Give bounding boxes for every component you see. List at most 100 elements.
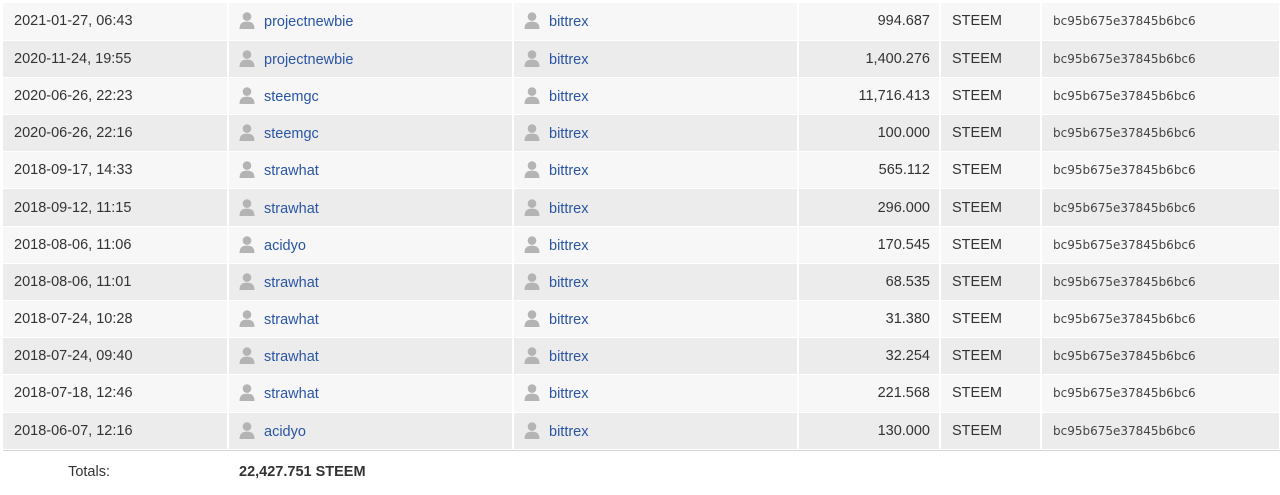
transfer-date: 2018-07-24, 09:40 [3, 337, 229, 376]
table-row: 2020-06-26, 22:23 steemgc bittrex 11,716… [3, 77, 1280, 116]
table-row: 2018-08-06, 11:06 acidyo bittrex 170.545… [3, 226, 1280, 264]
transfer-date: 2020-11-24, 19:55 [3, 40, 229, 78]
to-account-link[interactable]: bittrex [549, 238, 589, 254]
transfer-memo: bc95b675e37845b6bc6 [1041, 77, 1280, 116]
table-row: 2018-07-24, 09:40 strawhat bittrex 32.25… [3, 337, 1280, 376]
user-icon [239, 124, 255, 142]
transfer-memo: bc95b675e37845b6bc6 [1041, 151, 1280, 190]
to-account-cell: bittrex [513, 77, 799, 116]
from-account-link[interactable]: strawhat [264, 275, 319, 291]
totals-divider [3, 450, 1280, 451]
from-account-link[interactable]: strawhat [264, 349, 319, 365]
from-account-cell: acidyo [228, 412, 514, 450]
user-icon [239, 87, 255, 104]
transfers-table: 2021-01-27, 06:43 projectnewbie bittrex … [3, 3, 1280, 495]
to-account-cell: bittrex [513, 40, 799, 78]
transfer-date: 2018-07-24, 10:28 [3, 300, 229, 339]
from-account-link[interactable]: acidyo [264, 424, 306, 440]
to-account-cell: bittrex [513, 263, 799, 302]
to-account-link[interactable]: bittrex [549, 275, 589, 291]
transfer-date: 2018-08-06, 11:01 [3, 263, 229, 302]
transfer-asset: STEEM [940, 3, 1042, 41]
from-account-cell: steemgc [228, 77, 514, 116]
from-account-link[interactable]: acidyo [264, 238, 306, 254]
from-account-cell: steemgc [228, 114, 514, 153]
table-row: 2018-09-12, 11:15 strawhat bittrex 296.0… [3, 188, 1280, 227]
to-account-link[interactable]: bittrex [549, 386, 589, 402]
transfer-asset: STEEM [940, 226, 1042, 264]
from-account-link[interactable]: strawhat [264, 386, 319, 402]
user-icon [239, 161, 255, 179]
user-icon [524, 124, 540, 142]
table-row: 2018-07-24, 10:28 strawhat bittrex 31.38… [3, 300, 1280, 339]
transfer-memo: bc95b675e37845b6bc6 [1041, 188, 1280, 227]
transfer-amount: 170.545 [798, 226, 941, 264]
from-account-cell: projectnewbie [228, 3, 514, 41]
transfer-amount: 130.000 [798, 412, 941, 450]
to-account-link[interactable]: bittrex [549, 201, 589, 217]
user-icon [524, 273, 540, 290]
from-account-cell: acidyo [228, 226, 514, 264]
transfer-date: 2020-06-26, 22:23 [3, 77, 229, 116]
table-row: 2020-06-26, 22:16 steemgc bittrex 100.00… [3, 114, 1280, 153]
from-account-link[interactable]: strawhat [264, 163, 319, 179]
user-icon [239, 310, 255, 328]
totals-label: Totals: [3, 449, 229, 495]
to-account-link[interactable]: bittrex [549, 126, 589, 142]
transfer-date: 2020-06-26, 22:16 [3, 114, 229, 153]
totals-row: Totals: 22,427.751 STEEM [3, 449, 1280, 495]
transfer-memo: bc95b675e37845b6bc6 [1041, 114, 1280, 153]
table-row: 2021-01-27, 06:43 projectnewbie bittrex … [3, 3, 1280, 41]
transfer-amount: 32.254 [798, 337, 941, 376]
to-account-cell: bittrex [513, 374, 799, 413]
transfer-memo: bc95b675e37845b6bc6 [1041, 412, 1280, 450]
transfer-amount: 1,400.276 [798, 40, 941, 78]
to-account-cell: bittrex [513, 188, 799, 227]
to-account-cell: bittrex [513, 151, 799, 190]
user-icon [239, 273, 255, 290]
user-icon [524, 198, 540, 216]
from-account-cell: strawhat [228, 263, 514, 302]
transfers-table-body: 2021-01-27, 06:43 projectnewbie bittrex … [3, 3, 1280, 450]
transfer-amount: 68.535 [798, 263, 941, 302]
from-account-link[interactable]: steemgc [264, 89, 319, 105]
from-account-link[interactable]: strawhat [264, 312, 319, 328]
transfer-amount: 221.568 [798, 374, 941, 413]
transfer-asset: STEEM [940, 300, 1042, 339]
transfer-memo: bc95b675e37845b6bc6 [1041, 226, 1280, 264]
totals-value: 22,427.751 STEEM [228, 449, 1280, 495]
from-account-link[interactable]: projectnewbie [264, 52, 353, 68]
to-account-link[interactable]: bittrex [549, 349, 589, 365]
table-row: 2018-06-07, 12:16 acidyo bittrex 130.000… [3, 412, 1280, 450]
transfer-memo: bc95b675e37845b6bc6 [1041, 263, 1280, 302]
user-icon [524, 347, 540, 365]
to-account-link[interactable]: bittrex [549, 14, 589, 30]
user-icon [239, 236, 255, 253]
user-icon [239, 50, 255, 67]
table-row: 2018-08-06, 11:01 strawhat bittrex 68.53… [3, 263, 1280, 302]
user-icon [524, 236, 540, 253]
transfer-date: 2018-09-12, 11:15 [3, 188, 229, 227]
from-account-link[interactable]: strawhat [264, 201, 319, 217]
to-account-link[interactable]: bittrex [549, 163, 589, 179]
to-account-cell: bittrex [513, 300, 799, 339]
to-account-link[interactable]: bittrex [549, 89, 589, 105]
user-icon [239, 12, 255, 30]
from-account-cell: strawhat [228, 188, 514, 227]
to-account-link[interactable]: bittrex [549, 312, 589, 328]
transfer-amount: 565.112 [798, 151, 941, 190]
transfer-amount: 11,716.413 [798, 77, 941, 116]
from-account-cell: strawhat [228, 374, 514, 413]
table-row: 2018-09-17, 14:33 strawhat bittrex 565.1… [3, 151, 1280, 190]
from-account-cell: projectnewbie [228, 40, 514, 78]
from-account-cell: strawhat [228, 300, 514, 339]
to-account-link[interactable]: bittrex [549, 52, 589, 68]
to-account-link[interactable]: bittrex [549, 424, 589, 440]
user-icon [524, 12, 540, 30]
to-account-cell: bittrex [513, 114, 799, 153]
transfer-memo: bc95b675e37845b6bc6 [1041, 337, 1280, 376]
from-account-link[interactable]: steemgc [264, 126, 319, 142]
to-account-cell: bittrex [513, 412, 799, 450]
table-row: 2018-07-18, 12:46 strawhat bittrex 221.5… [3, 374, 1280, 413]
from-account-link[interactable]: projectnewbie [264, 14, 353, 30]
